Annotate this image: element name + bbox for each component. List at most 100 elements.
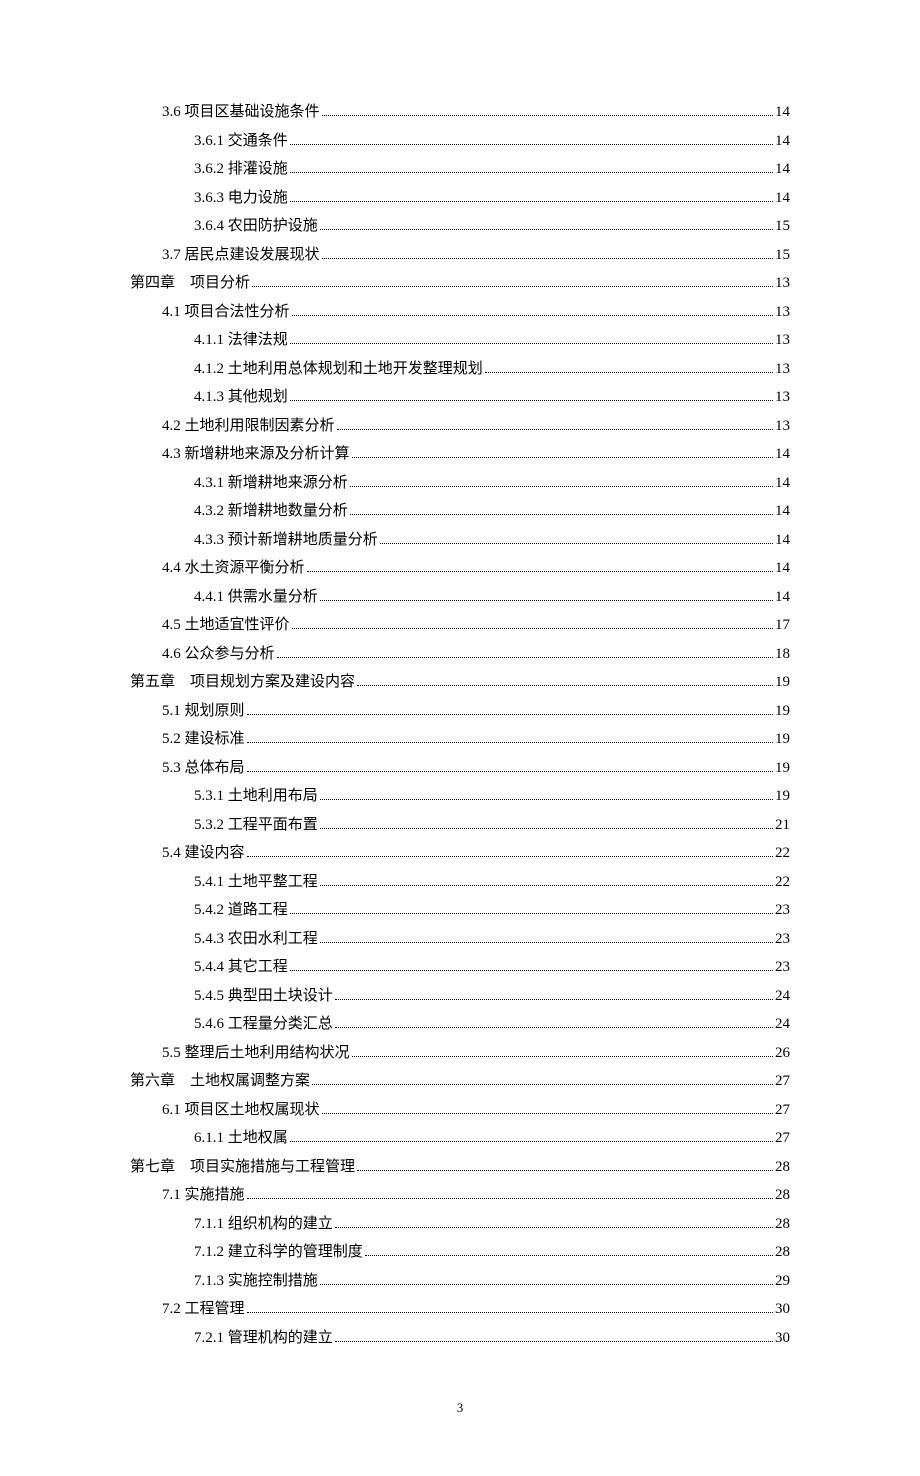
toc-row: 5.1 规划原则 19 (130, 699, 790, 723)
toc-row: 4.5 土地适宜性评价17 (130, 613, 790, 637)
toc-leader-dots (290, 400, 773, 401)
toc-row: 3.6 项目区基础设施条件 14 (130, 100, 790, 124)
toc-row: 5.4 建设内容22 (130, 841, 790, 865)
toc-leader-dots (335, 1341, 773, 1342)
toc-row: 5.4.3 农田水利工程23 (130, 927, 790, 951)
toc-leader-dots (320, 229, 773, 230)
toc-page-number: 13 (775, 271, 790, 295)
toc-leader-dots (247, 1312, 773, 1313)
toc-page-number: 19 (775, 699, 790, 723)
toc-row: 4.4.1 供需水量分析14 (130, 585, 790, 609)
toc-row: 5.3.1 土地利用布局19 (130, 784, 790, 808)
toc-page-number: 14 (775, 556, 790, 580)
toc-leader-dots (292, 628, 773, 629)
toc-row: 4.1.1 法律法规13 (130, 328, 790, 352)
table-of-contents: 3.6 项目区基础设施条件143.6.1 交通条件143.6.2 排灌设施143… (130, 100, 790, 1350)
toc-title: 4.1.2 土地利用总体规划和土地开发整理规划 (194, 357, 483, 381)
toc-row: 3.6.2 排灌设施14 (130, 157, 790, 181)
toc-title: 4.4.1 供需水量分析 (194, 585, 318, 609)
toc-row: 第五章 项目规划方案及建设内容 19 (130, 670, 790, 694)
toc-leader-dots (350, 514, 773, 515)
toc-page-number: 26 (775, 1041, 790, 1065)
toc-page-number: 13 (775, 385, 790, 409)
toc-leader-dots (335, 999, 773, 1000)
toc-row: 第六章 土地权属调整方案27 (130, 1069, 790, 1093)
toc-title: 3.6.3 电力设施 (194, 186, 288, 210)
page-number: 3 (130, 1400, 790, 1416)
toc-title: 5.4.2 道路工程 (194, 898, 288, 922)
toc-leader-dots (335, 1227, 773, 1228)
toc-row: 5.5 整理后土地利用结构状况26 (130, 1041, 790, 1065)
toc-title: 7.1 实施措施 (162, 1183, 245, 1207)
toc-title: 5.4.1 土地平整工程 (194, 870, 318, 894)
toc-row: 5.3 总体布局 19 (130, 756, 790, 780)
document-page: 3.6 项目区基础设施条件143.6.1 交通条件143.6.2 排灌设施143… (0, 0, 920, 1476)
toc-title: 5.1 规划原则 (162, 699, 245, 723)
toc-leader-dots (357, 685, 773, 686)
toc-page-number: 14 (775, 499, 790, 523)
toc-row: 6.1.1 土地权属 27 (130, 1126, 790, 1150)
toc-page-number: 24 (775, 984, 790, 1008)
toc-title: 6.1 项目区土地权属现状 (162, 1098, 320, 1122)
toc-title: 3.6 项目区基础设施条件 (162, 100, 320, 124)
toc-page-number: 13 (775, 414, 790, 438)
toc-title: 3.7 居民点建设发展现状 (162, 243, 320, 267)
toc-row: 3.6.1 交通条件14 (130, 129, 790, 153)
toc-leader-dots (247, 742, 773, 743)
toc-title: 5.4 建设内容 (162, 841, 245, 865)
toc-leader-dots (352, 1056, 773, 1057)
toc-row: 4.4 水土资源平衡分析 14 (130, 556, 790, 580)
toc-row: 3.6.3 电力设施14 (130, 186, 790, 210)
toc-leader-dots (247, 1198, 773, 1199)
toc-leader-dots (320, 1284, 773, 1285)
toc-title: 3.6.1 交通条件 (194, 129, 288, 153)
toc-title: 6.1.1 土地权属 (194, 1126, 288, 1150)
toc-leader-dots (252, 286, 773, 287)
toc-page-number: 14 (775, 528, 790, 552)
toc-row: 第七章 项目实施措施与工程管理28 (130, 1155, 790, 1179)
toc-page-number: 19 (775, 670, 790, 694)
toc-page-number: 30 (775, 1326, 790, 1350)
toc-page-number: 28 (775, 1183, 790, 1207)
toc-page-number: 14 (775, 100, 790, 124)
toc-title: 5.3 总体布局 (162, 756, 245, 780)
toc-leader-dots (322, 258, 773, 259)
toc-leader-dots (247, 771, 773, 772)
toc-leader-dots (335, 1027, 773, 1028)
toc-page-number: 19 (775, 727, 790, 751)
toc-page-number: 27 (775, 1126, 790, 1150)
toc-leader-dots (290, 1141, 773, 1142)
toc-page-number: 28 (775, 1212, 790, 1236)
toc-row: 5.4.2 道路工程23 (130, 898, 790, 922)
toc-leader-dots (322, 1113, 773, 1114)
toc-title: 4.1 项目合法性分析 (162, 300, 290, 324)
toc-leader-dots (320, 942, 773, 943)
toc-page-number: 19 (775, 756, 790, 780)
toc-page-number: 19 (775, 784, 790, 808)
toc-row: 5.3.2 工程平面布置21 (130, 813, 790, 837)
toc-title: 7.1.2 建立科学的管理制度 (194, 1240, 363, 1264)
toc-row: 7.1.2 建立科学的管理制度 28 (130, 1240, 790, 1264)
toc-leader-dots (247, 714, 773, 715)
toc-title: 4.1.3 其他规划 (194, 385, 288, 409)
toc-row: 4.3.1 新增耕地来源分析14 (130, 471, 790, 495)
toc-title: 第五章 项目规划方案及建设内容 (130, 670, 355, 694)
toc-row: 4.6 公众参与分析 18 (130, 642, 790, 666)
toc-page-number: 15 (775, 243, 790, 267)
toc-page-number: 15 (775, 214, 790, 238)
toc-page-number: 28 (775, 1240, 790, 1264)
toc-leader-dots (322, 115, 773, 116)
toc-row: 7.1 实施措施 28 (130, 1183, 790, 1207)
toc-title: 4.6 公众参与分析 (162, 642, 275, 666)
toc-leader-dots (320, 885, 773, 886)
toc-leader-dots (290, 172, 773, 173)
toc-page-number: 18 (775, 642, 790, 666)
toc-leader-dots (290, 913, 773, 914)
toc-page-number: 14 (775, 442, 790, 466)
toc-title: 4.4 水土资源平衡分析 (162, 556, 305, 580)
toc-page-number: 13 (775, 357, 790, 381)
toc-row: 4.2 土地利用限制因素分析 13 (130, 414, 790, 438)
toc-title: 7.2 工程管理 (162, 1297, 245, 1321)
toc-title: 4.2 土地利用限制因素分析 (162, 414, 335, 438)
toc-title: 7.1.3 实施控制措施 (194, 1269, 318, 1293)
